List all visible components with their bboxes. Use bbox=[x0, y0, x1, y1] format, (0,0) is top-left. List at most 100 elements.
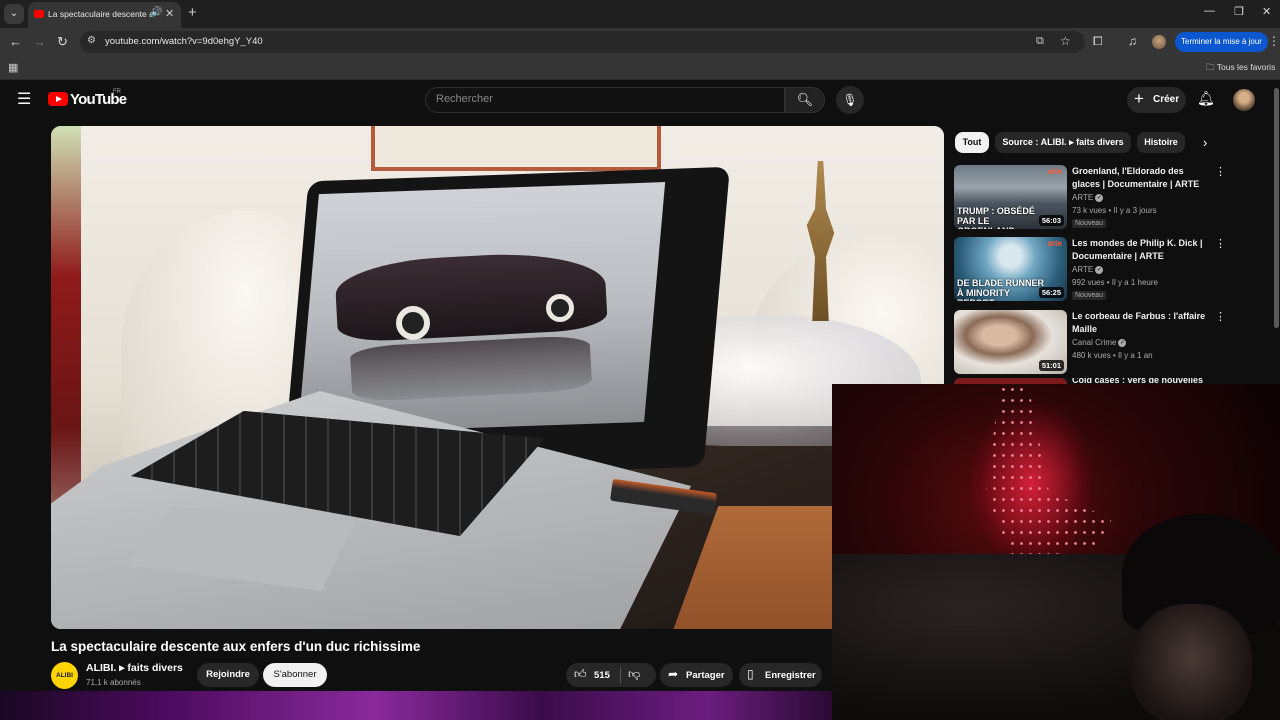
divider bbox=[620, 667, 621, 683]
voice-search-button[interactable]: 🎙︎ bbox=[836, 86, 864, 114]
thumbnail-brand: arte bbox=[1047, 239, 1062, 248]
thumbnail-caption: DE BLADE RUNNER À MINORITY REPORT bbox=[957, 278, 1045, 301]
verified-icon: ✓ bbox=[1095, 193, 1104, 202]
channel-name[interactable]: ALIBI. ▸ faits divers bbox=[86, 662, 183, 674]
webcam-face bbox=[1132, 604, 1252, 720]
scrollbar[interactable] bbox=[1274, 88, 1279, 328]
share-icon: ➦ bbox=[668, 667, 679, 681]
list-item[interactable]: arte DE BLADE RUNNER À MINORITY REPORT 5… bbox=[954, 237, 1269, 305]
search-button[interactable]: 🔍︎ bbox=[785, 87, 825, 113]
reload-icon[interactable]: ↻ bbox=[57, 34, 68, 50]
save-label: Enregistrer bbox=[765, 670, 816, 681]
arrow-right-icon[interactable]: → bbox=[33, 34, 46, 50]
list-item[interactable]: arte TRUMP : OBSÉDÉ PAR LE GROENLAND 56:… bbox=[954, 165, 1269, 233]
bookmarks-bar: ▦ 🗀 Tous les favoris bbox=[0, 56, 1280, 80]
chip-history[interactable]: Histoire bbox=[1137, 132, 1185, 153]
video-thumbnail[interactable]: arte TRUMP : OBSÉDÉ PAR LE GROENLAND 56:… bbox=[954, 165, 1067, 229]
recommendation-meta: 992 vues • Il y a 1 heure bbox=[1072, 278, 1158, 287]
arrow-left-icon[interactable]: ← bbox=[9, 34, 22, 50]
bell-icon[interactable]: 🔔︎ bbox=[1197, 90, 1215, 107]
recommendation-channel[interactable]: ARTE ✓ bbox=[1072, 193, 1104, 202]
chip-all[interactable]: Tout bbox=[955, 132, 989, 153]
restore-icon[interactable]: ❐ bbox=[1234, 5, 1244, 18]
like-count[interactable]: 515 bbox=[594, 670, 610, 681]
save-button[interactable]: ▯ Enregistrer bbox=[739, 663, 822, 687]
duration-badge: 56:25 bbox=[1038, 287, 1064, 298]
avatar[interactable] bbox=[1233, 89, 1255, 111]
chip-source[interactable]: Source : ALIBI. ▸ faits divers bbox=[995, 132, 1131, 153]
chevron-right-icon[interactable]: › bbox=[1203, 135, 1207, 150]
duration-badge: 51:01 bbox=[1038, 360, 1064, 371]
recommendation-title[interactable]: Le corbeau de Farbus : l'affaire Maille bbox=[1072, 310, 1207, 336]
youtube-favicon-icon bbox=[34, 10, 44, 18]
media-control-icon[interactable]: ♫ bbox=[1128, 34, 1137, 48]
create-button[interactable]: + Créer bbox=[1127, 87, 1186, 113]
thumbs-down-icon[interactable]: 👎︎ bbox=[628, 667, 640, 682]
more-vertical-icon[interactable]: ⋮ bbox=[1215, 165, 1226, 178]
video-thumbnail[interactable]: arte DE BLADE RUNNER À MINORITY REPORT 5… bbox=[954, 237, 1067, 301]
window-close-icon[interactable]: ✕ bbox=[1262, 5, 1271, 18]
folder-icon: 🗀 bbox=[1206, 62, 1215, 72]
all-bookmarks-label: Tous les favoris bbox=[1216, 62, 1276, 72]
recommendation-meta: 73 k vues • Il y a 3 jours bbox=[1072, 206, 1157, 215]
webcam-overlay bbox=[832, 384, 1280, 720]
extensions-icon[interactable]: ⧠ bbox=[1093, 34, 1103, 49]
verified-icon: ✓ bbox=[1095, 265, 1104, 274]
thumbnail-caption: TRUMP : OBSÉDÉ PAR LE GROENLAND bbox=[957, 206, 1035, 229]
url-text[interactable]: youtube.com/watch?v=9d0ehgY_Y40 bbox=[105, 36, 263, 47]
address-bar[interactable]: ⚙ youtube.com/watch?v=9d0ehgY_Y40 ⧉ ☆ bbox=[80, 31, 1085, 53]
update-button[interactable]: Terminer la mise à jour bbox=[1175, 32, 1268, 52]
video-title: La spectaculaire descente aux enfers d'u… bbox=[51, 639, 421, 654]
recommendation-channel[interactable]: ARTE ✓ bbox=[1072, 265, 1104, 274]
new-tab-icon[interactable]: + bbox=[188, 4, 197, 22]
channel-avatar[interactable]: ALIBI bbox=[51, 662, 78, 689]
video-player[interactable] bbox=[51, 126, 944, 629]
tab-bar: ⌄ La spectaculaire descente aux enfers d… bbox=[0, 0, 1280, 28]
join-button[interactable]: Rejoindre bbox=[197, 663, 259, 687]
minimize-icon[interactable]: — bbox=[1204, 5, 1215, 17]
video-frame-wheel bbox=[546, 294, 574, 322]
thumbs-up-icon[interactable]: 👍︎ bbox=[574, 667, 587, 682]
thumbnail-brand: arte bbox=[1047, 167, 1062, 176]
create-label: Créer bbox=[1153, 94, 1180, 105]
search-box[interactable] bbox=[425, 87, 785, 113]
subscriber-count: 71,1 k abonnés bbox=[86, 678, 141, 687]
share-button[interactable]: ➦ Partager bbox=[660, 663, 733, 687]
more-vertical-icon[interactable]: ⋮ bbox=[1215, 310, 1226, 323]
search-input[interactable] bbox=[436, 93, 766, 105]
youtube-logo-icon[interactable] bbox=[48, 92, 68, 106]
more-vertical-icon[interactable]: ⋮ bbox=[1268, 34, 1280, 48]
search-icon: 🔍︎ bbox=[796, 92, 814, 107]
browser-tab[interactable]: La spectaculaire descente aux enfers d'u… bbox=[28, 2, 181, 28]
subscribe-button[interactable]: S'abonner bbox=[263, 663, 327, 687]
chevron-down-icon[interactable]: ⌄ bbox=[4, 4, 24, 24]
profile-avatar[interactable] bbox=[1152, 35, 1166, 49]
recommendation-channel[interactable]: Canal Crime ✓ bbox=[1072, 338, 1127, 347]
more-vertical-icon[interactable]: ⋮ bbox=[1215, 237, 1226, 250]
all-bookmarks-button[interactable]: 🗀 Tous les favoris bbox=[1206, 62, 1275, 76]
video-frame-wheel bbox=[396, 306, 430, 340]
menu-icon[interactable]: ☰ bbox=[17, 89, 31, 109]
install-app-icon[interactable]: ⧉ bbox=[1036, 35, 1044, 48]
recommendation-title[interactable]: Groenland, l'Eldorado des glaces | Docum… bbox=[1072, 165, 1207, 191]
channel-label: ARTE bbox=[1072, 265, 1094, 274]
video-frame-painting bbox=[371, 126, 661, 171]
bookmark-icon: ▯ bbox=[747, 667, 754, 681]
close-icon[interactable]: ✕ bbox=[165, 7, 174, 20]
recommendation-title[interactable]: Les mondes de Philip K. Dick | Documenta… bbox=[1072, 237, 1207, 263]
like-dislike-group: 👍︎ 515 👎︎ bbox=[566, 663, 656, 687]
new-badge: Nouveau bbox=[1072, 219, 1107, 228]
video-thumbnail[interactable]: 51:01 bbox=[954, 310, 1067, 374]
list-item[interactable]: 51:01 Le corbeau de Farbus : l'affaire M… bbox=[954, 310, 1269, 378]
verified-icon: ✓ bbox=[1118, 338, 1127, 347]
share-label: Partager bbox=[686, 670, 725, 681]
plus-icon: + bbox=[1134, 89, 1144, 108]
apps-grid-icon[interactable]: ▦ bbox=[8, 61, 18, 74]
browser-toolbar: ← → ↻ ⚙ youtube.com/watch?v=9d0ehgY_Y40 … bbox=[0, 28, 1280, 56]
speaker-icon[interactable]: 🔊 bbox=[150, 7, 162, 18]
site-info-icon[interactable]: ⚙ bbox=[87, 35, 96, 46]
channel-label: ARTE bbox=[1072, 193, 1094, 202]
star-icon[interactable]: ☆ bbox=[1060, 34, 1071, 48]
duration-badge: 56:03 bbox=[1038, 215, 1064, 226]
mic-icon: 🎙︎ bbox=[842, 93, 858, 107]
